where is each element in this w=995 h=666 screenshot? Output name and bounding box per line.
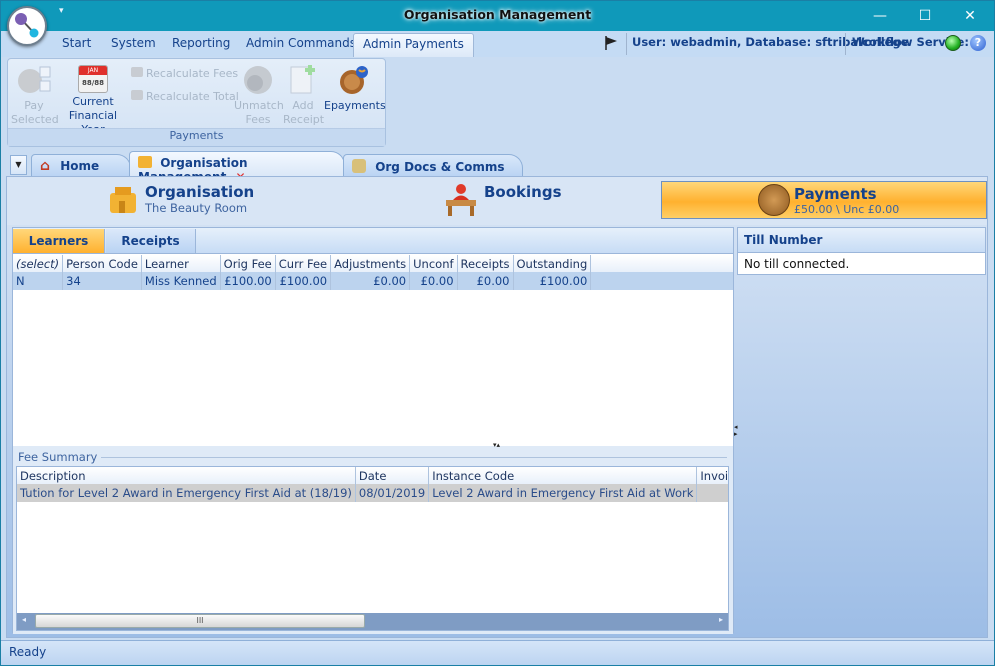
pay-selected-button[interactable]: Pay Selected xyxy=(11,65,59,127)
column-header[interactable]: Description xyxy=(17,467,356,484)
title-bar: ▾ Organisation Management — ☐ ✕ xyxy=(1,1,994,31)
organisation-management-panel: Organisation The Beauty Room Bookings Pay… xyxy=(6,176,988,638)
column-header[interactable]: Unconf xyxy=(409,255,458,272)
column-header[interactable]: Orig Fee xyxy=(220,255,276,272)
column-header[interactable]: (select) xyxy=(13,255,64,272)
learners-table: (select) Person Code Learner Orig Fee Cu… xyxy=(13,255,733,290)
add-receipt-button[interactable]: Add Receipt xyxy=(283,65,324,127)
fee-summary-group: ▾▴ Fee Summary Description Date Instance… xyxy=(13,441,733,634)
menu-tab-system[interactable]: System xyxy=(111,36,156,50)
recalculate-fees-button[interactable]: Recalculate Fees xyxy=(131,67,238,80)
column-header-filler xyxy=(590,255,733,272)
organisation-icon xyxy=(138,156,152,168)
fee-summary-legend: Fee Summary xyxy=(18,450,102,464)
column-header[interactable]: Outstanding xyxy=(513,255,592,272)
document-tabs: ▼ ⌂ Home Organisation Management ✕ Org D… xyxy=(1,151,994,184)
vertical-splitter-handle[interactable]: ◂ ▸ xyxy=(734,424,738,438)
flag-icon[interactable] xyxy=(604,35,618,54)
unmatch-fees-button[interactable]: Unmatch Fees xyxy=(234,65,284,127)
till-number-header: Till Number xyxy=(738,228,985,253)
unmatch-fees-icon xyxy=(244,66,272,94)
menu-tab-start[interactable]: Start xyxy=(62,36,91,50)
scroll-right-icon[interactable]: ▸ xyxy=(719,615,723,624)
horizontal-scrollbar[interactable]: ◂ III ▸ xyxy=(17,613,728,630)
minimize-button[interactable]: — xyxy=(865,5,895,27)
epayments-button[interactable]: Epayments xyxy=(324,65,386,113)
recalculate-total-button[interactable]: Recalculate Total xyxy=(131,90,239,103)
fee-summary-table-container: Description Date Instance Code Invoice C… xyxy=(16,466,729,631)
bookings-section[interactable]: Bookings xyxy=(444,183,562,217)
organisation-building-icon xyxy=(110,187,136,213)
column-header[interactable]: Adjustments xyxy=(330,255,411,272)
scrollbar-thumb[interactable]: III xyxy=(35,614,365,628)
ribbon-menu-bar: Start System Reporting Admin Commands Ad… xyxy=(1,31,994,57)
help-icon[interactable]: ? xyxy=(970,35,986,51)
recalculate-total-icon xyxy=(131,90,143,100)
tab-list-dropdown-icon[interactable]: ▼ xyxy=(10,155,27,175)
splitter-handle[interactable]: ▾▴ xyxy=(493,441,500,449)
payments-coin-icon xyxy=(758,184,790,216)
app-logo-icon xyxy=(15,13,39,38)
recalculate-fees-icon xyxy=(131,67,143,77)
menu-tab-admin-commands[interactable]: Admin Commands xyxy=(246,36,356,50)
summary-header: Organisation The Beauty Room Bookings Pay… xyxy=(7,177,987,225)
tab-receipts[interactable]: Receipts xyxy=(106,229,196,253)
table-header-row: Description Date Instance Code Invoice C… xyxy=(17,467,728,484)
window-title: Organisation Management xyxy=(403,7,592,22)
epayments-icon xyxy=(340,66,368,94)
tab-learners[interactable]: Learners xyxy=(13,229,105,253)
column-header[interactable]: Receipts xyxy=(457,255,514,272)
column-header[interactable]: Curr Fee xyxy=(275,255,332,272)
application-window: ▾ Organisation Management — ☐ ✕ Start Sy… xyxy=(0,0,995,666)
add-receipt-icon xyxy=(290,65,315,94)
column-header[interactable]: Invoice Code xyxy=(696,467,728,484)
column-header[interactable]: Person Code xyxy=(62,255,142,272)
learners-panel: Learners Receipts (select) Person Code L… xyxy=(12,227,734,634)
pay-selected-icon xyxy=(18,66,51,93)
column-header[interactable]: Learner xyxy=(141,255,221,272)
calendar-icon: JAN 88/88 xyxy=(78,65,108,93)
status-bar: Ready xyxy=(1,640,994,665)
maximize-button[interactable]: ☐ xyxy=(910,5,940,27)
workflow-status-icon xyxy=(945,35,961,51)
till-number-panel: Till Number No till connected. xyxy=(737,227,986,275)
payments-section[interactable]: Payments £50.00 \ Unc £0.00 xyxy=(661,181,987,219)
organisation-section[interactable]: Organisation The Beauty Room xyxy=(107,183,254,215)
till-status-text: No till connected. xyxy=(744,257,850,271)
learners-subtabs: Learners Receipts xyxy=(13,228,733,254)
ribbon-group-label: Payments xyxy=(8,128,385,146)
org-docs-icon xyxy=(352,159,366,173)
home-icon: ⌂ xyxy=(40,158,51,174)
divider xyxy=(845,33,846,55)
close-window-button[interactable]: ✕ xyxy=(955,5,985,27)
tab-organisation-management[interactable]: Organisation Management ✕ xyxy=(129,151,345,184)
divider xyxy=(626,33,627,55)
table-row[interactable]: Tution for Level 2 Award in Emergency Fi… xyxy=(17,484,728,502)
status-text: Ready xyxy=(9,645,47,659)
table-header-row: (select) Person Code Learner Orig Fee Cu… xyxy=(13,255,733,272)
app-logo-button[interactable] xyxy=(7,6,47,46)
table-row[interactable]: N 34 Miss Kenned £100.00 £100.00 £0.00 £… xyxy=(13,272,733,290)
column-header[interactable]: Date xyxy=(355,467,430,484)
tab-home[interactable]: ⌂ Home xyxy=(31,154,131,177)
ribbon-group-payments: PaySelected JAN 88/88 CurrentFinancial Y… xyxy=(7,58,386,147)
column-header[interactable]: Instance Code xyxy=(428,467,698,484)
menu-tab-reporting[interactable]: Reporting xyxy=(172,36,230,50)
menu-tab-admin-payments[interactable]: Admin Payments xyxy=(353,33,474,57)
tab-org-docs-comms[interactable]: Org Docs & Comms xyxy=(343,154,523,177)
scroll-left-icon[interactable]: ◂ xyxy=(22,615,26,624)
current-financial-year-button[interactable]: JAN 88/88 CurrentFinancial Year xyxy=(58,65,128,137)
fee-summary-table: Description Date Instance Code Invoice C… xyxy=(17,467,728,502)
bookings-desk-icon xyxy=(446,184,476,216)
